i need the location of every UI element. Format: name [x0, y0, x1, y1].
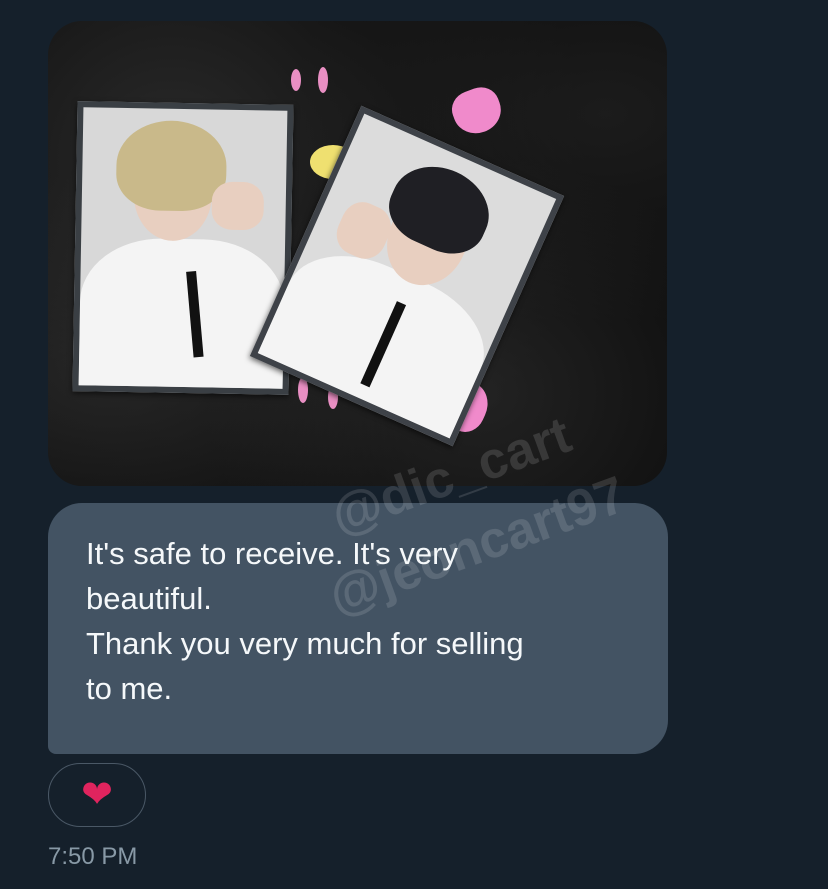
photo-attachment[interactable]	[48, 21, 667, 486]
reaction-pill[interactable]: ❤	[48, 763, 146, 827]
message-bubble[interactable]: It's safe to receive. It's very beautifu…	[48, 503, 668, 754]
dm-conversation: It's safe to receive. It's very beautifu…	[0, 0, 828, 889]
message-timestamp: 7:50 PM	[48, 843, 138, 870]
photocard-hand	[211, 181, 265, 231]
photocard-shirt	[78, 237, 286, 395]
message-text: It's safe to receive. It's very beautifu…	[86, 536, 524, 706]
photocard-hair	[115, 119, 228, 212]
heart-icon: ❤	[81, 774, 113, 816]
pink-stitch-mark	[318, 67, 328, 93]
pink-stitch-mark	[291, 69, 301, 91]
